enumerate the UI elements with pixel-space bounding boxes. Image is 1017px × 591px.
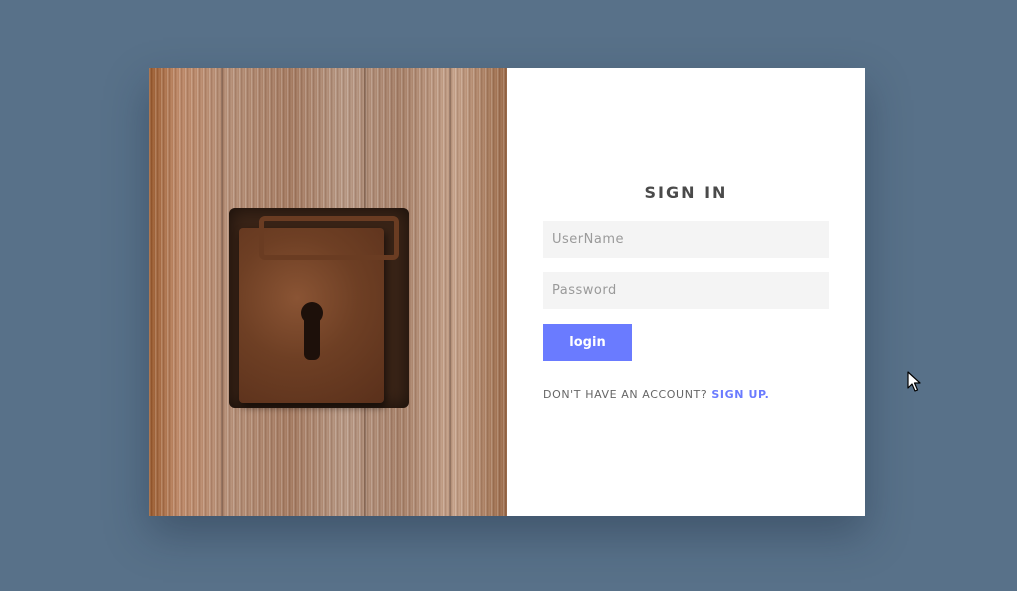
login-card: SIGN IN login DON'T HAVE AN ACCOUNT? SIG… <box>149 68 865 516</box>
lock-latch <box>259 216 399 260</box>
signin-form: SIGN IN login DON'T HAVE AN ACCOUNT? SIG… <box>507 68 865 516</box>
signup-row: DON'T HAVE AN ACCOUNT? SIGN UP. <box>543 388 769 401</box>
wood-grain <box>221 68 223 516</box>
username-input[interactable] <box>543 221 829 258</box>
lock-image <box>149 68 507 516</box>
login-button[interactable]: login <box>543 324 632 361</box>
arrow-cursor-icon <box>907 371 921 392</box>
page-title: SIGN IN <box>644 183 728 202</box>
signup-prompt: DON'T HAVE AN ACCOUNT? <box>543 388 712 401</box>
wood-grain <box>449 68 451 516</box>
signup-link[interactable]: SIGN UP. <box>711 388 769 401</box>
password-input[interactable] <box>543 272 829 309</box>
keyhole-slot <box>304 316 320 360</box>
